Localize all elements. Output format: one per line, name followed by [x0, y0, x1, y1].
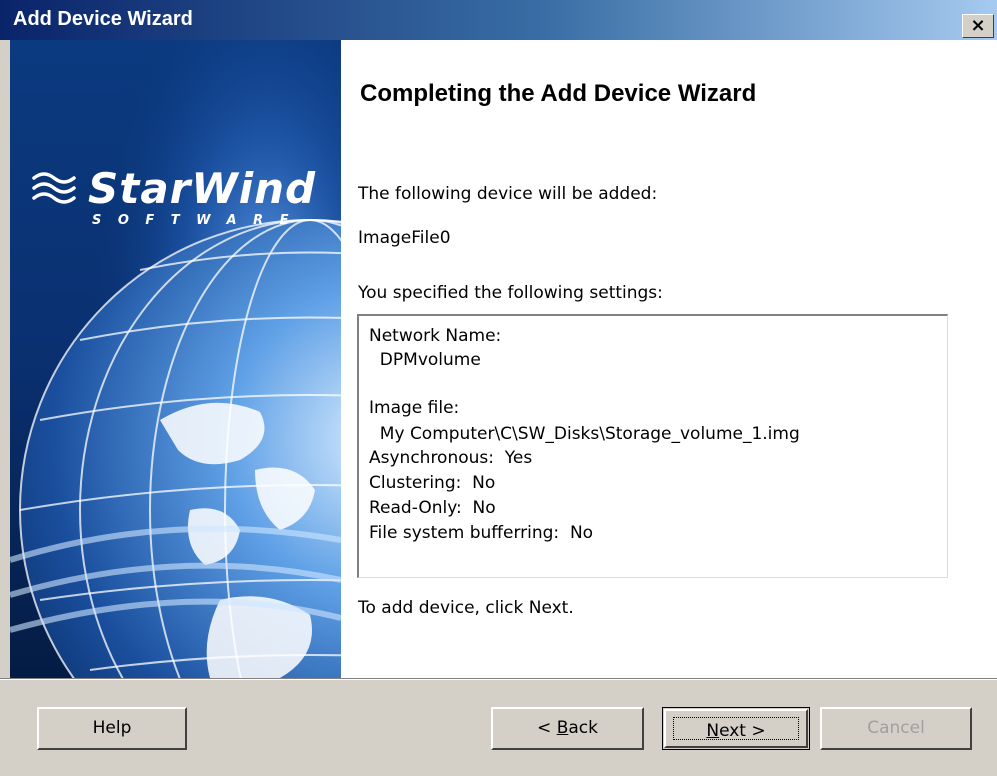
setting-line: File system bufferring: No [369, 523, 594, 543]
page-title: Completing the Add Device Wizard [360, 80, 757, 107]
back-button-label: < Back [537, 718, 598, 738]
next-button[interactable]: Next > [662, 707, 810, 750]
next-button-focus-ring: Next > [673, 717, 799, 741]
setting-line: Image file: [369, 398, 460, 418]
wave-logo-icon [32, 172, 76, 204]
settings-summary-box[interactable]: Network Name: DPMvolume Image file: My C… [357, 314, 948, 578]
setting-line: Read-Only: No [369, 498, 496, 518]
close-icon: × [970, 15, 986, 36]
help-button[interactable]: Help [37, 707, 187, 750]
setting-line: Network Name: [369, 326, 502, 346]
footer-divider-highlight [0, 679, 997, 680]
window-title: Add Device Wizard [13, 8, 193, 30]
wizard-content: Completing the Add Device Wizard The fol… [341, 40, 997, 678]
brand-name: StarWind [88, 164, 317, 213]
device-intro-text: The following device will be added: [358, 184, 658, 204]
close-button[interactable]: × [962, 14, 994, 38]
next-button-label: Next > [706, 721, 766, 741]
help-button-label: Help [92, 718, 132, 738]
wizard-banner: StarWind SOFTWARE [10, 40, 341, 678]
globe-illustration [10, 40, 341, 678]
starwind-logo: StarWind SOFTWARE [30, 164, 330, 238]
setting-line: Clustering: No [369, 473, 496, 493]
device-name: ImageFile0 [358, 228, 451, 248]
settings-intro-text: You specified the following settings: [358, 283, 663, 303]
next-button-bevel: Next > [664, 709, 808, 748]
wizard-window: Add Device Wizard × StarWind SOFTWARE Co… [0, 0, 997, 776]
cancel-button: Cancel [820, 707, 972, 750]
title-bar[interactable]: Add Device Wizard × [0, 0, 997, 40]
setting-line: My Computer\C\SW_Disks\Storage_volume_1.… [369, 424, 800, 444]
cancel-button-label: Cancel [867, 718, 925, 738]
setting-line: DPMvolume [369, 350, 481, 370]
back-button[interactable]: < Back [491, 707, 644, 750]
brand-subtitle: SOFTWARE [92, 213, 305, 228]
setting-line: Asynchronous: Yes [369, 448, 533, 468]
footer-hint-text: To add device, click Next. [358, 598, 574, 618]
